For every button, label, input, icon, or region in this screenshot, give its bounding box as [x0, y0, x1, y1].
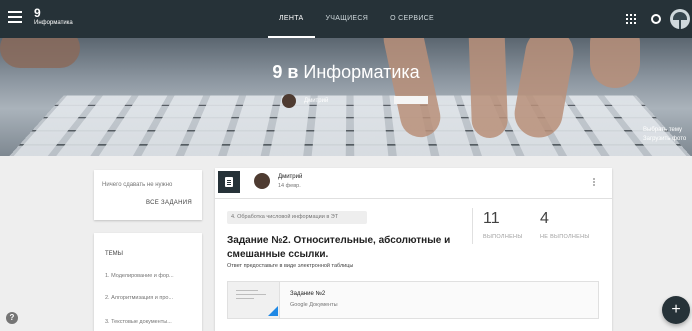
topic-item[interactable]: 3. Текстовые документы... [105, 319, 172, 325]
brand-class-name: Информатика [34, 20, 73, 26]
stat-done[interactable]: 11 ВЫПОЛНЕНЫ [483, 210, 523, 240]
class-title: 9 в Информатика [0, 62, 692, 83]
attachment-thumbnail [228, 282, 280, 318]
teacher-avatar [282, 94, 296, 108]
teacher-name: Дмитрий [304, 98, 329, 104]
user-avatar[interactable] [670, 9, 690, 29]
attachment-card[interactable]: Задание №2 Google Документы [227, 281, 599, 319]
attachment-title: Задание №2 [290, 291, 326, 297]
topics-header: ТЕМЫ [105, 251, 123, 257]
post-divider [215, 198, 612, 199]
stats-divider [472, 208, 473, 244]
class-brand[interactable]: 9 Информатика [34, 7, 73, 26]
stat-done-label: ВЫПОЛНЕНЫ [483, 234, 523, 240]
notifications-icon[interactable] [651, 14, 661, 24]
select-theme-link[interactable]: Выбрать тему [643, 126, 686, 135]
stat-done-count: 11 [483, 210, 500, 227]
upcoming-card: Ничего сдавать не нужно ВСЕ ЗАДАНИЯ [94, 170, 202, 220]
assignment-icon [218, 171, 240, 193]
attachment-source: Google Документы [290, 302, 338, 308]
stat-not-done-count: 4 [540, 210, 549, 227]
upcoming-text: Ничего сдавать не нужно [102, 182, 173, 188]
help-icon[interactable]: ? [6, 312, 18, 324]
post-date: 14 февр. [278, 183, 301, 189]
assignment-description: Ответ предоставьте в виде электронной та… [227, 263, 354, 269]
tab-about[interactable]: О СЕРВИСЕ [379, 0, 445, 38]
brand-class-number: 9 [34, 6, 41, 20]
author-avatar [254, 173, 270, 189]
topic-item[interactable]: 2. Алгоритмизация и про... [105, 295, 173, 301]
apps-grid-icon[interactable] [626, 14, 636, 24]
menu-icon[interactable] [8, 11, 22, 25]
main-nav: ЛЕНТА УЧАЩИЕСЯ О СЕРВИСЕ [268, 0, 445, 38]
more-vert-icon[interactable] [593, 178, 597, 188]
assignment-post[interactable]: Дмитрий 14 февр. 4. Обработка числовой и… [215, 168, 612, 331]
top-app-bar: 9 Информатика ЛЕНТА УЧАЩИЕСЯ О СЕРВИСЕ [0, 0, 692, 38]
stat-not-done[interactable]: 4 НЕ ВЫПОЛНЕНЫ [540, 210, 590, 240]
all-tasks-link[interactable]: ВСЕ ЗАДАНИЯ [146, 200, 192, 206]
banner-links: Выбрать тему Загрузить фото [643, 126, 686, 144]
banner-teacher: Дмитрий [282, 94, 328, 108]
topic-item[interactable]: 1. Моделирование и фор... [105, 273, 174, 279]
banner-keyboard-image [0, 95, 692, 156]
assignment-title[interactable]: Задание №2. Относительные, абсолютные и … [227, 234, 467, 262]
tab-students[interactable]: УЧАЩИЕСЯ [315, 0, 380, 38]
tab-stream[interactable]: ЛЕНТА [268, 0, 315, 38]
teacher-info-bar [394, 96, 428, 104]
google-docs-icon [268, 306, 278, 316]
topics-card: ТЕМЫ 1. Моделирование и фор... 2. Алгори… [94, 233, 202, 331]
author-name: Дмитрий [278, 174, 303, 180]
upload-photo-link[interactable]: Загрузить фото [643, 135, 686, 144]
class-title-light: Информатика [303, 62, 420, 82]
add-fab-button[interactable]: + [662, 296, 690, 324]
stat-not-done-label: НЕ ВЫПОЛНЕНЫ [540, 234, 590, 240]
topic-chip[interactable]: 4. Обработка числовой информации в ЭТ [227, 211, 367, 224]
class-banner: 9 в Информатика Дмитрий Выбрать тему Заг… [0, 38, 692, 156]
class-title-strong: 9 в [272, 62, 299, 82]
